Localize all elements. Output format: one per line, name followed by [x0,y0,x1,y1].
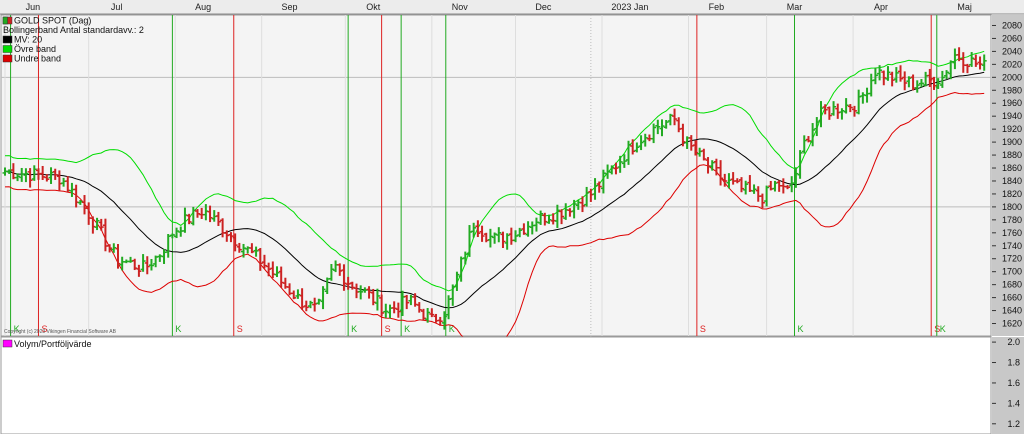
month-label: Apr [874,2,888,12]
legend-label: Övre band [14,44,56,54]
price-tick-label: 1960 [1002,98,1022,108]
price-tick-label: 1720 [1002,254,1022,264]
price-tick-label: 1900 [1002,137,1022,147]
month-label: Aug [195,2,211,12]
price-tick-label: 1780 [1002,215,1022,225]
price-tick-label: 1840 [1002,176,1022,186]
month-label: Sep [282,2,298,12]
price-tick-label: 2060 [1002,33,1022,43]
volume-legend-label: Volym/Portföljvärde [14,339,92,349]
volume-tick-label: 2.0 [1007,337,1020,347]
month-label: Nov [452,2,469,12]
month-label: Jun [26,2,41,12]
price-tick-label: 1980 [1002,85,1022,95]
price-tick-label: 1700 [1002,267,1022,277]
price-tick-label: 1740 [1002,241,1022,251]
legend-swatch [2,45,13,53]
price-tick-label: 1640 [1002,306,1022,316]
month-label: Feb [709,2,725,12]
price-tick-label: 2000 [1002,72,1022,82]
price-tick-label: 1920 [1002,124,1022,134]
price-tick-label: 1660 [1002,293,1022,303]
volume-axis: 2.0 1.8 1.6 1.4 1.2 [992,337,1024,434]
price-tick-label: 2040 [1002,46,1022,56]
legend-label: MV: 20 [14,35,42,45]
price-tick-label: 1880 [1002,150,1022,160]
month-label: Maj [957,2,972,12]
price-tick-label: 1800 [1002,202,1022,212]
volume-legend-swatch [2,339,13,348]
price-tick-label: 2020 [1002,59,1022,69]
month-label: 2023 Jan [611,2,648,12]
volume-tick-label: 1.4 [1007,398,1020,408]
volume-tick-label: 1.2 [1007,419,1020,429]
price-tick-label: 1820 [1002,189,1022,199]
signal-label: K [940,324,946,334]
month-label: Jul [111,2,123,12]
price-tick-label: 1940 [1002,111,1022,121]
volume-panel [0,336,992,434]
price-tick-label: 1680 [1002,280,1022,290]
month-label: Mar [787,2,803,12]
volume-tick-label: 1.6 [1007,378,1020,388]
volume-tick-label: 1.8 [1007,358,1020,368]
volume-legend: Volym/Portföljvärde [2,339,92,349]
header-bg [0,0,1024,14]
price-tick-label: 1620 [1002,319,1022,329]
month-axis-header: Jun Jul Aug Sep Okt Nov Dec 2023 Jan Feb Mar Apr Ma… [0,0,1024,15]
signal-label: K [175,324,181,334]
signal-label: S [385,324,391,334]
price-tick-label: 1860 [1002,163,1022,173]
month-label: Dec [535,2,552,12]
price-axis: 1620 1640 1660 1680 1700 1720 1740 1760 1780 1800… [992,15,1024,336]
price-tick-label: 2080 [1002,20,1022,30]
gold-bollinger-chart: Jun Jul Aug Sep Okt Nov Dec 2023 Jan Feb Mar Apr Ma… [0,0,1024,434]
copyright-text: Copyright (c) 2023 Vikingen Financial So… [4,329,117,335]
signal-label: K [404,324,410,334]
legend-label: Bollingerband Antal standardavv.: 2 [3,25,144,35]
volume-plot-area [0,336,992,434]
signal-label: S [700,324,706,334]
signal-label: K [351,324,357,334]
legend-label: GOLD SPOT (Dag) [14,16,91,26]
price-tick-label: 1760 [1002,228,1022,238]
legend-swatch [2,35,13,44]
signal-label: K [798,324,804,334]
signal-label: S [237,324,243,334]
legend-label: Undre band [14,54,61,64]
legend-swatch-up [2,16,8,25]
price-plot-area [0,14,992,337]
legend-swatch [2,54,13,63]
month-label: Okt [366,2,381,12]
